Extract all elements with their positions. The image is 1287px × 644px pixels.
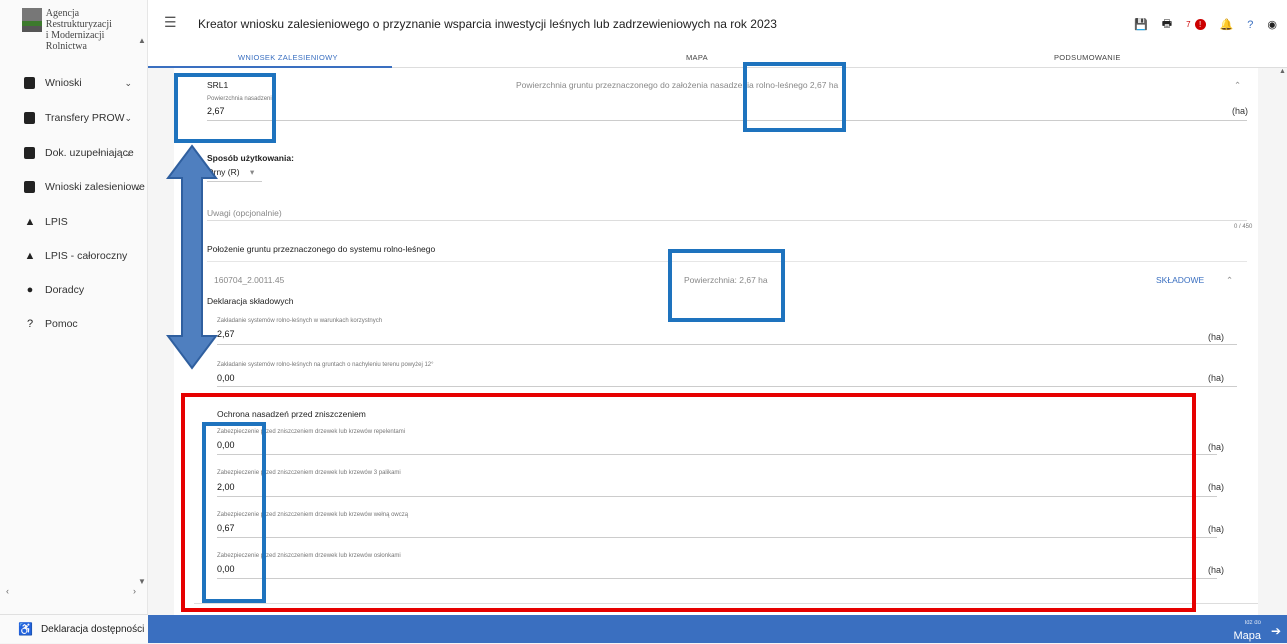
accessibility-label: Deklaracja dostępności — [40, 623, 145, 635]
components-link[interactable]: SKŁADOWE — [1156, 275, 1204, 285]
sidebar-item-wnioski[interactable]: Wnioski ⌄ — [0, 73, 148, 93]
logo-line-2: i Modernizacji Rolnictwa — [45, 30, 105, 52]
chevron-down-icon: ⌄ — [124, 77, 132, 88]
bottom-bar: Idź do Mapa ➔ — [148, 615, 1287, 643]
unit-label: (ha) — [1232, 106, 1249, 116]
sidebar-item-label: Pomoc — [45, 318, 78, 330]
arimr-logo[interactable]: Agencja Restrukturyzacji i Modernizacji … — [22, 8, 147, 52]
unit-label: (ha) — [1208, 482, 1225, 492]
input-underline — [207, 120, 1247, 121]
document-icon — [24, 147, 35, 159]
person-icon: ● — [26, 284, 34, 296]
next-step-hint: Idź do — [1244, 620, 1261, 626]
unit-label: (ha) — [1208, 442, 1225, 452]
double-arrow-icon — [166, 144, 218, 370]
save-icon[interactable]: 💾 — [1134, 18, 1148, 31]
sidebar-item-doradcy[interactable]: ● Doradcy — [0, 280, 148, 300]
unit-label: (ha) — [1208, 524, 1225, 534]
component-label: Zakładanie systemów rolno-leśnych w waru… — [217, 318, 383, 324]
terrain-icon: ▲ — [24, 250, 36, 262]
logo-line-1: Agencja Restrukturyzacji — [45, 8, 112, 30]
component-label: Zakładanie systemów rolno-leśnych na gru… — [217, 362, 434, 368]
scroll-down-icon[interactable]: ▼ — [138, 577, 146, 586]
sidebar-item-transfery-prow[interactable]: Transfery PROW ⌄ — [0, 108, 148, 128]
input-underline — [217, 344, 1237, 345]
sidebar-item-wnioski-zalesieniowe[interactable]: Wnioski zalesieniowe ⌄ — [0, 177, 148, 197]
menu-icon[interactable]: ☰ — [164, 14, 177, 31]
parcel-id: 160704_2.0011.45 — [214, 275, 285, 285]
terrain-icon: ▲ — [24, 216, 36, 228]
usage-label: Sposób użytkowania: — [207, 153, 294, 163]
unit-label: (ha) — [1208, 332, 1225, 342]
sidebar-item-label: Wnioski zalesieniowe — [45, 181, 145, 193]
tab-bar: WNIOSEK ZALESIENIOWY MAPA PODSUMOWANIE — [148, 46, 1287, 68]
scroll-left-icon[interactable]: ‹ — [6, 586, 9, 598]
document-icon — [24, 181, 35, 193]
accessibility-link[interactable]: ♿ Deklaracja dostępności — [0, 614, 148, 643]
highlight-box-parcel-area — [668, 249, 785, 322]
scroll-up-icon[interactable]: ▲ — [138, 36, 146, 45]
sidebar-item-label: Wnioski — [45, 77, 82, 89]
chevron-up-icon[interactable]: ⌃ — [1226, 275, 1233, 286]
sidebar-item-label: Doradcy — [45, 284, 85, 296]
sidebar-item-label: Transfery PROW — [45, 112, 125, 124]
input-underline — [217, 386, 1237, 387]
sidebar-scrollbar[interactable]: ▲ ▼ — [138, 36, 146, 586]
accessibility-icon: ♿ — [18, 622, 33, 636]
next-step-label: Mapa — [1233, 630, 1261, 642]
highlight-box-protection-values — [202, 422, 266, 603]
sidebar-item-pomoc[interactable]: ? Pomoc — [0, 314, 148, 334]
component-input[interactable]: 0,00 — [217, 373, 235, 383]
page-title: Kreator wniosku zalesieniowego o przyzna… — [198, 17, 777, 31]
unit-label: (ha) — [1208, 565, 1225, 575]
highlight-box-summary — [743, 62, 846, 132]
tab-podsumowanie[interactable]: PODSUMOWANIE — [1054, 53, 1121, 62]
highlight-box-protection-section — [181, 393, 1196, 612]
sidebar-item-lpis-caloroczny[interactable]: ▲ LPIS - całoroczny — [0, 246, 148, 266]
chevron-down-icon: ⌄ — [124, 147, 132, 158]
unit-label: (ha) — [1208, 373, 1225, 383]
sidebar-item-dok-uzupelniajace[interactable]: Dok. uzupełniające ⌄ — [0, 143, 148, 163]
notes-underline — [207, 220, 1247, 221]
highlight-box-planting-area — [174, 73, 276, 143]
sidebar-item-label: LPIS - całoroczny — [45, 250, 128, 262]
scroll-up-icon[interactable]: ▲ — [1279, 68, 1286, 75]
sidebar: Agencja Restrukturyzacji i Modernizacji … — [0, 0, 148, 643]
chevron-down-icon: ⌄ — [124, 112, 132, 123]
sidebar-item-label: Dok. uzupełniające — [45, 147, 134, 159]
collapse-icon[interactable]: ⌃ — [1234, 80, 1241, 91]
sidebar-item-lpis[interactable]: ▲ LPIS — [0, 212, 148, 232]
account-icon[interactable]: ◉ — [1267, 18, 1277, 31]
scroll-right-icon[interactable]: › — [133, 586, 136, 598]
dropdown-arrow-icon[interactable]: ▾ — [250, 167, 254, 178]
error-badge[interactable]: ! — [1194, 19, 1206, 30]
content-scrollbar[interactable]: ▲ — [1279, 68, 1286, 615]
tab-mapa[interactable]: MAPA — [686, 53, 708, 62]
document-icon — [24, 77, 35, 89]
top-bar: ☰ Kreator wniosku zalesieniowego o przyz… — [148, 0, 1287, 46]
bell-icon[interactable]: 🔔 — [1220, 18, 1234, 31]
help-icon[interactable]: ? — [1247, 19, 1253, 31]
location-title: Położenie gruntu przeznaczonego do syste… — [207, 244, 436, 254]
arrow-right-icon[interactable]: ➔ — [1271, 624, 1281, 638]
help-icon: ? — [26, 318, 34, 330]
notes-counter: 0 / 450 — [1234, 224, 1253, 230]
next-step-button[interactable]: Idź do Mapa — [1233, 620, 1261, 644]
logo-mark-icon — [22, 8, 42, 32]
notification-count: 7 — [1186, 20, 1191, 29]
document-icon — [24, 112, 35, 124]
tab-wniosek-zalesieniowy[interactable]: WNIOSEK ZALESIENIOWY — [238, 53, 338, 62]
sidebar-horizontal-scrollbar[interactable]: ‹ › — [6, 586, 136, 598]
print-icon[interactable]: 🖶 — [1162, 15, 1172, 34]
sidebar-item-label: LPIS — [45, 216, 68, 228]
